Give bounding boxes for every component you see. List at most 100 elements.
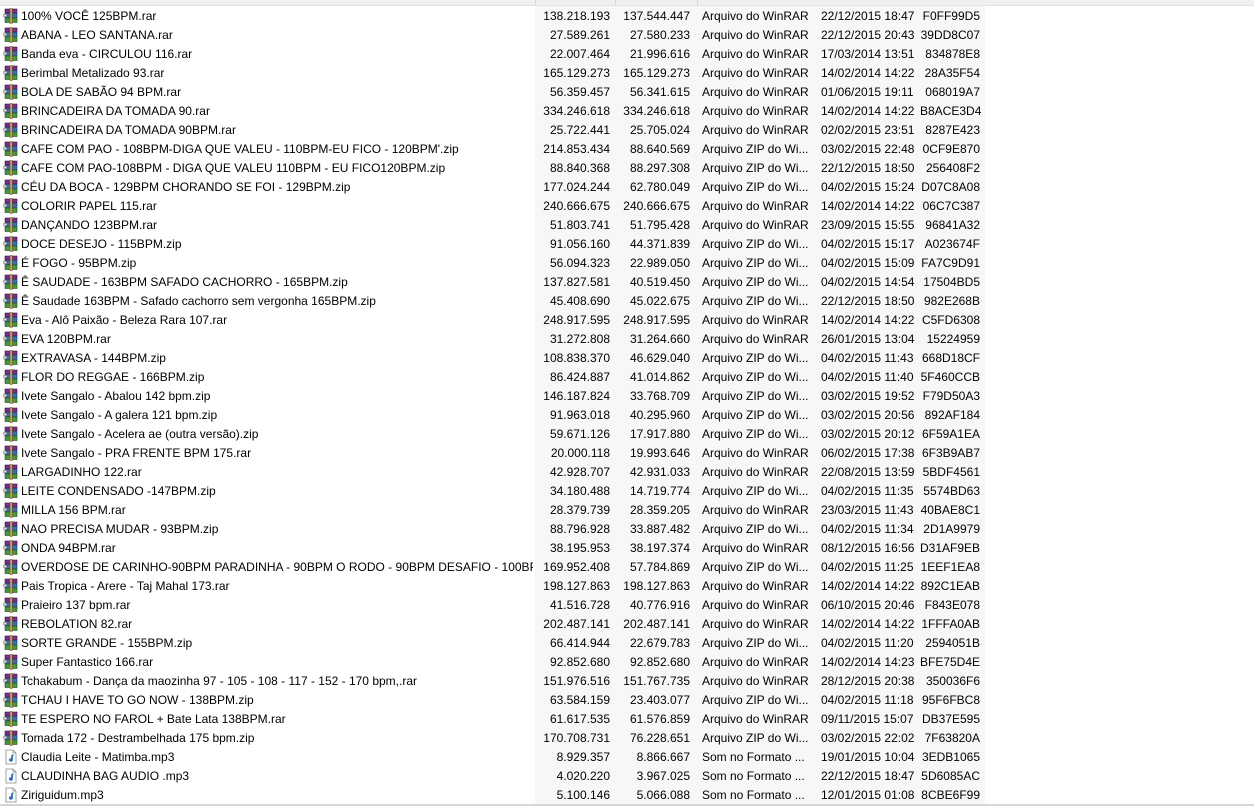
file-row[interactable]: TE ESPERO NO FAROL + Bate Lata 138BPM.ra… [0, 710, 1254, 729]
file-modified-date: 01/06/2015 19:11 [821, 85, 914, 99]
audio-file-icon [3, 768, 19, 784]
file-row[interactable]: ONDA 94BPM.rar 38.195.953 38.197.374 Arq… [0, 539, 1254, 558]
winrar-archive-icon [3, 350, 19, 366]
file-row[interactable]: MILLA 156 BPM.rar 28.379.739 28.359.205 … [0, 501, 1254, 520]
file-row[interactable]: Ivete Sangalo - A galera 121 bpm.zip 91.… [0, 406, 1254, 425]
file-row[interactable]: DANÇANDO 123BPM.rar 51.803.741 51.795.42… [0, 216, 1254, 235]
file-modified-date: 23/09/2015 15:55 [821, 218, 915, 232]
column-separator[interactable] [697, 0, 698, 5]
audio-file-icon [3, 749, 19, 765]
file-name: CÉU DA BOCA - 129BPM CHORANDO SE FOI - 1… [21, 180, 351, 194]
file-packed-size: 61.576.859 [629, 712, 690, 726]
file-size: 169.952.408 [543, 560, 610, 574]
file-name: CAFE COM PAO-108BPM - DIGA QUE VALEU 110… [21, 161, 446, 175]
winrar-archive-icon [3, 616, 19, 632]
file-size: 177.024.244 [543, 180, 610, 194]
file-row[interactable]: Ê SAUDADE - 163BPM SAFADO CACHORRO - 165… [0, 273, 1254, 292]
file-crc: D07C8A08 [921, 180, 980, 194]
file-row[interactable]: Berimbal Metalizado 93.rar 165.129.273 1… [0, 64, 1254, 83]
file-crc: 2594051B [925, 636, 980, 650]
file-row[interactable]: Ivete Sangalo - Abalou 142 bpm.zip 146.1… [0, 387, 1254, 406]
file-row[interactable]: Eva - Alô Paixão - Beleza Rara 107.rar 2… [0, 311, 1254, 330]
file-row[interactable]: 100% VOCÊ 125BPM.rar 138.218.193 137.544… [0, 7, 1254, 26]
file-row[interactable]: TCHAU I HAVE TO GO NOW - 138BPM.zip 63.5… [0, 691, 1254, 710]
column-separator[interactable] [615, 0, 616, 5]
file-size: 61.617.535 [549, 712, 610, 726]
file-modified-date: 04/02/2015 15:24 [821, 180, 915, 194]
file-crc: 39DD8C07 [920, 28, 980, 42]
file-row[interactable]: LARGADINHO 122.rar 42.928.707 42.931.033… [0, 463, 1254, 482]
file-row[interactable]: FLOR DO REGGAE - 166BPM.zip 86.424.887 4… [0, 368, 1254, 387]
file-modified-date: 14/02/2014 14:22 [821, 579, 915, 593]
winrar-archive-icon [3, 84, 19, 100]
file-row[interactable]: BRINCADEIRA DA TOMADA 90BPM.rar 25.722.4… [0, 121, 1254, 140]
file-crc: 892AF184 [924, 408, 980, 422]
file-row[interactable]: Ivete Sangalo - Acelera ae (outra versão… [0, 425, 1254, 444]
file-modified-date: 14/02/2014 14:22 [821, 313, 915, 327]
winrar-archive-icon [3, 464, 19, 480]
file-packed-size: 240.666.675 [623, 199, 690, 213]
file-size: 4.020.220 [556, 769, 610, 783]
file-modified-date: 22/12/2015 20:43 [821, 28, 915, 42]
file-crc: 06C7C387 [922, 199, 980, 213]
column-separator[interactable] [535, 0, 536, 5]
file-row[interactable]: LEITE CONDENSADO -147BPM.zip 34.180.488 … [0, 482, 1254, 501]
file-name: MILLA 156 BPM.rar [21, 503, 126, 517]
column-header-strip[interactable] [0, 0, 1254, 6]
file-type: Arquivo do WinRAR [702, 199, 809, 213]
file-row[interactable]: Super Fantastico 166.rar 92.852.680 92.8… [0, 653, 1254, 672]
file-packed-size: 88.640.569 [629, 142, 690, 156]
file-size: 240.666.675 [543, 199, 610, 213]
file-name: Ivete Sangalo - Acelera ae (outra versão… [21, 427, 259, 441]
file-type: Arquivo ZIP do Wi... [702, 294, 809, 308]
file-row[interactable]: Tomada 172 - Destrambelhada 175 bpm.zip … [0, 729, 1254, 748]
file-rows: 100% VOCÊ 125BPM.rar 138.218.193 137.544… [0, 7, 1254, 805]
file-row[interactable]: BRINCADEIRA DA TOMADA 90.rar 334.246.618… [0, 102, 1254, 121]
file-modified-date: 14/02/2014 14:22 [821, 104, 915, 118]
file-row[interactable]: EVA 120BPM.rar 31.272.808 31.264.660 Arq… [0, 330, 1254, 349]
file-size: 334.246.618 [543, 104, 610, 118]
file-packed-size: 334.246.618 [623, 104, 690, 118]
file-row[interactable]: Ê Saudade 163BPM - Safado cachorro sem v… [0, 292, 1254, 311]
file-row[interactable]: COLORIR PAPEL 115.rar 240.666.675 240.66… [0, 197, 1254, 216]
file-row[interactable]: Ivete Sangalo - PRA FRENTE BPM 175.rar 2… [0, 444, 1254, 463]
file-packed-size: 198.127.863 [623, 579, 690, 593]
file-row[interactable]: É FOGO - 95BPM.zip 56.094.323 22.989.050… [0, 254, 1254, 273]
file-type: Arquivo ZIP do Wi... [702, 408, 809, 422]
file-modified-date: 03/02/2015 19:52 [821, 389, 915, 403]
file-row[interactable]: CAFE COM PAO-108BPM - DIGA QUE VALEU 110… [0, 159, 1254, 178]
file-modified-date: 03/02/2015 20:12 [821, 427, 915, 441]
file-name: 100% VOCÊ 125BPM.rar [21, 9, 157, 23]
file-row[interactable]: BOLA DE SABÃO 94 BPM.rar 56.359.457 56.3… [0, 83, 1254, 102]
file-row[interactable]: Ziriguidum.mp3 5.100.146 5.066.088 Som n… [0, 786, 1254, 805]
file-size: 214.853.434 [543, 142, 610, 156]
file-type: Arquivo do WinRAR [702, 541, 809, 555]
winrar-archive-icon [3, 331, 19, 347]
winrar-archive-icon [3, 559, 19, 575]
file-row[interactable]: CÉU DA BOCA - 129BPM CHORANDO SE FOI - 1… [0, 178, 1254, 197]
file-crc: F79D50A3 [922, 389, 980, 403]
file-type: Arquivo do WinRAR [702, 617, 809, 631]
file-size: 88.840.368 [549, 161, 610, 175]
file-row[interactable]: Banda eva - CIRCULOU 116.rar 22.007.464 … [0, 45, 1254, 64]
file-row[interactable]: CLAUDINHA BAG AUDIO .mp3 4.020.220 3.967… [0, 767, 1254, 786]
file-row[interactable]: Praieiro 137 bpm.rar 41.516.728 40.776.9… [0, 596, 1254, 615]
file-type: Arquivo do WinRAR [702, 598, 809, 612]
file-type: Arquivo do WinRAR [702, 66, 809, 80]
file-row[interactable]: OVERDOSE DE CARINHO-90BPM PARADINHA - 90… [0, 558, 1254, 577]
file-row[interactable]: REBOLATION 82.rar 202.487.141 202.487.14… [0, 615, 1254, 634]
file-crc: 6F3B9AB7 [921, 446, 980, 460]
file-row[interactable]: SORTE GRANDE - 155BPM.zip 66.414.944 22.… [0, 634, 1254, 653]
file-row[interactable]: NAO PRECISA MUDAR - 93BPM.zip 88.796.928… [0, 520, 1254, 539]
file-row[interactable]: Tchakabum - Dança da maozinha 97 - 105 -… [0, 672, 1254, 691]
file-modified-date: 12/01/2015 01:08 [821, 788, 915, 802]
file-row[interactable]: Pais Tropica - Arere - Taj Mahal 173.rar… [0, 577, 1254, 596]
file-row[interactable]: CAFE COM PAO - 108BPM-DIGA QUE VALEU - 1… [0, 140, 1254, 159]
file-row[interactable]: EXTRAVASA - 144BPM.zip 108.838.370 46.62… [0, 349, 1254, 368]
winrar-archive-icon [3, 578, 19, 594]
file-type: Arquivo ZIP do Wi... [702, 370, 809, 384]
file-row[interactable]: Claudia Leite - Matimba.mp3 8.929.357 8.… [0, 748, 1254, 767]
file-row[interactable]: ABANA - LEO SANTANA.rar 27.589.261 27.58… [0, 26, 1254, 45]
file-packed-size: 165.129.273 [623, 66, 690, 80]
file-row[interactable]: DOCE DESEJO - 115BPM.zip 91.056.160 44.3… [0, 235, 1254, 254]
